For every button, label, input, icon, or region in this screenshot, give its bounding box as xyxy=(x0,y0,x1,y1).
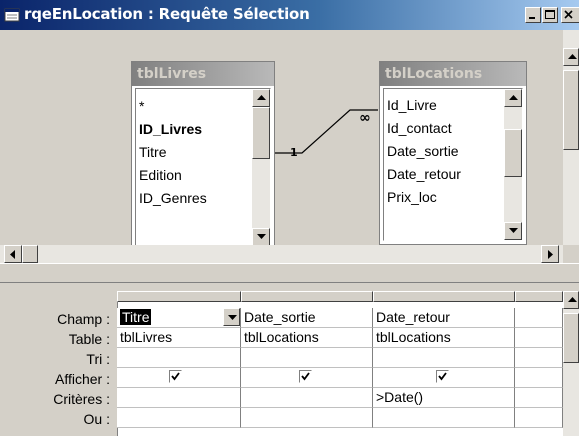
query-grid: Champ : Table : Tri : Afficher : Critère… xyxy=(0,283,579,436)
cell-champ[interactable]: Date_retour xyxy=(373,308,515,328)
field-item[interactable]: Date_sortie xyxy=(387,142,459,160)
chevron-down-icon xyxy=(228,315,237,320)
maximize-button[interactable] xyxy=(542,7,558,23)
join-many-label: ∞ xyxy=(359,110,371,126)
close-button[interactable] xyxy=(561,7,579,23)
column-selector[interactable] xyxy=(373,291,515,302)
cell-ou[interactable] xyxy=(241,408,373,428)
cell-criteres[interactable]: >Date() xyxy=(373,388,515,408)
show-checkbox[interactable] xyxy=(169,370,182,383)
field-dropdown-button[interactable] xyxy=(223,308,240,326)
field-item[interactable]: Id_Livre xyxy=(387,96,437,114)
scroll-up-button[interactable] xyxy=(252,89,270,107)
cell-ou[interactable] xyxy=(373,408,515,428)
arrow-up-icon xyxy=(568,297,577,302)
design-horizontal-scrollbar[interactable] xyxy=(0,245,563,263)
scroll-thumb[interactable] xyxy=(563,70,579,150)
field-list-body: Id_Livre Id_contact Date_sortie Date_ret… xyxy=(383,88,523,241)
cell-afficher-empty[interactable] xyxy=(515,368,563,388)
cell-tri-empty[interactable] xyxy=(515,348,563,368)
cell-tri[interactable] xyxy=(117,348,241,368)
cell-criteres-empty[interactable] xyxy=(515,388,563,408)
field-item[interactable]: Date_retour xyxy=(387,165,461,183)
row-label-afficher: Afficher : xyxy=(55,371,110,387)
row-label-champ: Champ : xyxy=(57,311,110,327)
window-title: rqeEnLocation : Requête Sélection xyxy=(24,5,310,23)
checkmark-icon xyxy=(301,372,310,381)
cell-champ[interactable]: Date_sortie xyxy=(241,308,373,328)
field-list-title[interactable]: tblLivres xyxy=(132,62,274,86)
scroll-thumb[interactable] xyxy=(252,107,270,159)
scroll-thumb[interactable] xyxy=(22,245,38,263)
pane-splitter[interactable] xyxy=(0,263,579,283)
scroll-left-button[interactable] xyxy=(4,245,22,263)
cell-ou-empty[interactable] xyxy=(515,408,563,428)
row-label-criteres: Critères : xyxy=(53,391,110,407)
cell-table-empty[interactable] xyxy=(515,328,563,348)
field-list-tblLivres[interactable]: tblLivres * ID_Livres Titre Edition ID_G… xyxy=(131,61,275,251)
field-item[interactable]: Id_contact xyxy=(387,119,452,137)
join-one-label: 1 xyxy=(290,146,298,159)
field-item[interactable]: Prix_loc xyxy=(387,188,437,206)
arrow-up-icon xyxy=(568,54,577,59)
arrow-down-icon xyxy=(257,234,266,239)
column-selector[interactable] xyxy=(117,291,241,302)
scroll-thumb[interactable] xyxy=(504,129,522,177)
scroll-up-button[interactable] xyxy=(504,89,522,107)
row-label-table: Table : xyxy=(68,331,110,347)
cell-afficher[interactable] xyxy=(117,368,241,388)
arrow-up-icon xyxy=(509,95,518,100)
field-list-body: * ID_Livres Titre Edition ID_Genres xyxy=(135,88,271,247)
field-item[interactable]: Titre xyxy=(139,143,166,161)
field-list-scrollbar[interactable] xyxy=(504,89,522,240)
cell-champ-empty[interactable] xyxy=(515,308,563,328)
grid-vertical-scrollbar[interactable] xyxy=(563,291,579,436)
scroll-thumb[interactable] xyxy=(563,313,579,363)
title-bar[interactable]: rqeEnLocation : Requête Sélection xyxy=(0,0,579,30)
show-checkbox[interactable] xyxy=(299,370,312,383)
field-item[interactable]: Edition xyxy=(139,166,182,184)
cell-ou[interactable] xyxy=(117,408,241,428)
scroll-up-button[interactable] xyxy=(563,291,579,309)
close-icon xyxy=(564,10,573,19)
table-design-area: 1 ∞ tblLivres * ID_Livres Titre Edition … xyxy=(0,30,563,251)
design-vertical-scrollbar[interactable] xyxy=(563,30,579,245)
selected-field-text: Titre xyxy=(120,309,152,325)
row-label-ou: Ou : xyxy=(83,411,110,427)
scroll-down-button[interactable] xyxy=(504,222,522,240)
minimize-icon xyxy=(529,17,535,19)
cell-criteres[interactable] xyxy=(241,388,373,408)
field-list-title[interactable]: tblLocations xyxy=(380,62,526,86)
cell-tri[interactable] xyxy=(373,348,515,368)
checkmark-icon xyxy=(171,372,180,381)
cell-afficher[interactable] xyxy=(373,368,515,388)
cell-table[interactable]: tblLocations xyxy=(373,328,515,348)
scroll-down-button[interactable] xyxy=(252,228,270,246)
cell-criteres[interactable] xyxy=(117,388,241,408)
field-item[interactable]: ID_Genres xyxy=(139,189,207,207)
arrow-down-icon xyxy=(509,228,518,233)
arrow-left-icon xyxy=(10,250,15,259)
column-selector[interactable] xyxy=(241,291,373,302)
column-selector[interactable] xyxy=(515,291,563,302)
maximize-icon xyxy=(545,10,555,19)
row-label-tri: Tri : xyxy=(86,351,110,367)
field-list-tblLocations[interactable]: tblLocations Id_Livre Id_contact Date_so… xyxy=(379,61,527,245)
query-design-window: rqeEnLocation : Requête Sélection 1 ∞ tb… xyxy=(0,0,579,436)
field-list-scrollbar[interactable] xyxy=(252,89,270,246)
cell-tri[interactable] xyxy=(241,348,373,368)
scroll-up-button[interactable] xyxy=(563,48,579,66)
query-icon xyxy=(4,8,20,22)
cell-afficher[interactable] xyxy=(241,368,373,388)
scroll-right-button[interactable] xyxy=(541,245,559,263)
field-item-primary-key[interactable]: ID_Livres xyxy=(139,120,202,138)
cell-table[interactable]: tblLocations xyxy=(241,328,373,348)
cell-table[interactable]: tblLivres xyxy=(117,328,241,348)
checkmark-icon xyxy=(438,372,447,381)
minimize-button[interactable] xyxy=(525,7,541,23)
show-checkbox[interactable] xyxy=(436,370,449,383)
arrow-right-icon xyxy=(548,250,553,259)
field-item[interactable]: * xyxy=(139,97,144,115)
arrow-up-icon xyxy=(257,95,266,100)
